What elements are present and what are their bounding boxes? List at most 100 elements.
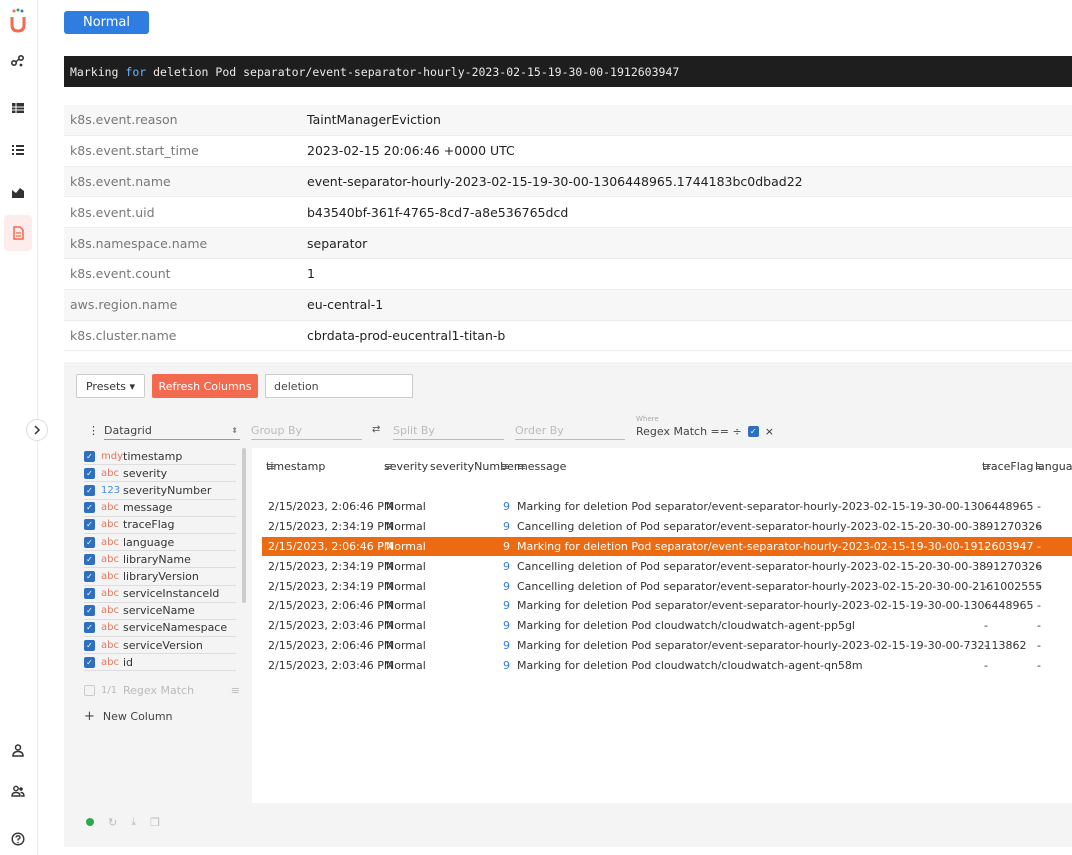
- swap-icon[interactable]: ⇄: [372, 424, 380, 435]
- column-menu-icon[interactable]: ≡: [384, 460, 393, 473]
- column-item[interactable]: ✓ mdy timestamp: [84, 448, 236, 466]
- more-options-icon[interactable]: ⋮: [88, 424, 99, 437]
- column-checkbox[interactable]: ✓: [84, 570, 95, 582]
- column-type: abc: [101, 588, 119, 600]
- view-select[interactable]: Datagrid ⬍: [104, 422, 240, 440]
- regex-column-checkbox[interactable]: [84, 685, 95, 696]
- attribute-key: k8s.namespace.name: [70, 235, 208, 251]
- cell-language: -: [1037, 658, 1041, 672]
- cell-trace-flag: -: [984, 658, 988, 672]
- column-checkbox[interactable]: ✓: [84, 519, 95, 531]
- column-menu-icon[interactable]: ≡: [500, 460, 509, 473]
- column-checkbox[interactable]: ✓: [84, 467, 95, 479]
- where-filter[interactable]: Regex Match == ÷ ✓ ×: [636, 422, 816, 440]
- column-name: severity: [123, 466, 168, 480]
- column-item[interactable]: ✓ abc traceFlag: [84, 517, 236, 534]
- cell-trace-flag: -: [984, 579, 988, 593]
- cell-message: Marking for deletion Pod separator/event…: [517, 599, 1034, 613]
- document-icon[interactable]: [4, 215, 32, 251]
- table-row[interactable]: 2/15/2023, 2:06:46 PM Normal 9 Marking for …: [262, 536, 1072, 557]
- where-enabled-checkbox[interactable]: ✓: [747, 425, 759, 437]
- share-icon[interactable]: [7, 50, 29, 72]
- table-row[interactable]: 2/15/2023, 2:34:19 PM Normal 9 Cancelling d…: [262, 517, 1072, 537]
- column-item[interactable]: ✓ abc id: [84, 654, 236, 672]
- column-checkbox[interactable]: ✓: [84, 536, 95, 548]
- regex-column-type: 1/1: [101, 685, 118, 696]
- table-row[interactable]: 2/15/2023, 2:03:46 PM Normal 9 Marking for …: [262, 616, 1072, 636]
- column-checkbox[interactable]: ✓: [84, 588, 95, 600]
- column-item[interactable]: ✓ 123 severityNumber: [84, 482, 236, 500]
- table-row[interactable]: 2/15/2023, 2:06:46 PM Normal 9 Marking for …: [262, 497, 1072, 517]
- column-type: 123: [101, 484, 121, 496]
- split-by-input[interactable]: Split By: [393, 422, 504, 440]
- column-item[interactable]: ✓ abc serviceVersion: [84, 637, 236, 655]
- column-item[interactable]: ✓ abc serviceName: [84, 603, 236, 620]
- column-checkbox[interactable]: ✓: [84, 622, 95, 634]
- column-item[interactable]: ✓ abc message: [84, 500, 236, 517]
- column-type: abc: [101, 622, 119, 634]
- column-checkbox[interactable]: ✓: [84, 639, 95, 651]
- group-by-input[interactable]: Group By: [251, 422, 362, 440]
- order-by-input[interactable]: Order By: [515, 422, 625, 440]
- severity-level-button[interactable]: Normal: [64, 11, 149, 34]
- refresh-icon[interactable]: ↻: [108, 816, 117, 829]
- column-name: id: [123, 655, 134, 669]
- download-icon[interactable]: ⤓: [131, 815, 136, 829]
- column-name: serviceNamespace: [123, 621, 228, 635]
- cell-language: -: [1037, 599, 1041, 613]
- column-item[interactable]: ✓ abc serviceNamespace: [84, 620, 236, 638]
- chevron-right-icon: [34, 425, 41, 435]
- column-checkbox[interactable]: ✓: [84, 450, 95, 462]
- table-row[interactable]: 2/15/2023, 2:06:46 PM Normal 9 Marking for …: [262, 636, 1072, 656]
- column-type: abc: [101, 570, 119, 582]
- sidebar-expand-button[interactable]: [26, 419, 48, 441]
- search-input[interactable]: deletion: [265, 374, 413, 398]
- column-item[interactable]: ✓ abc serviceInstanceId: [84, 586, 236, 603]
- cell-trace-flag: -: [984, 539, 988, 553]
- cell-language: -: [1037, 579, 1041, 593]
- cell-timestamp: 2/15/2023, 2:06:46 PM: [268, 599, 394, 613]
- user-icon[interactable]: [7, 739, 29, 761]
- table-row[interactable]: 2/15/2023, 2:03:46 PM Normal 9 Marking for …: [262, 655, 1072, 675]
- cell-severity-number: 9: [503, 559, 510, 573]
- data-grid: timestamp severity severityNumber messag…: [252, 448, 1072, 803]
- attribute-row: k8s.event.count 1: [64, 259, 1072, 290]
- app-logo-icon[interactable]: [9, 8, 27, 34]
- column-item[interactable]: ✓ abc language: [84, 534, 236, 552]
- copy-icon[interactable]: ❐: [150, 816, 160, 829]
- column-menu-icon[interactable]: ≡: [266, 460, 275, 473]
- cell-timestamp: 2/15/2023, 2:34:19 PM: [268, 579, 394, 593]
- group-by-placeholder: Group By: [251, 424, 303, 437]
- new-column-button[interactable]: + New Column: [84, 709, 173, 724]
- column-item[interactable]: ✓ abc libraryName: [84, 551, 236, 569]
- table-icon[interactable]: [7, 97, 29, 119]
- column-checkbox[interactable]: ✓: [84, 502, 95, 514]
- regex-column-name: Regex Match: [123, 684, 195, 697]
- remove-filter-icon[interactable]: ×: [765, 425, 774, 438]
- drag-handle-icon[interactable]: ≡: [231, 684, 240, 697]
- message-prefix: Marking: [70, 64, 126, 79]
- dashboard-icon[interactable]: [7, 181, 29, 203]
- presets-dropdown[interactable]: Presets ▾: [76, 374, 145, 398]
- table-row[interactable]: 2/15/2023, 2:34:19 PM Normal 9 Cancelling d…: [262, 576, 1072, 596]
- list-icon[interactable]: [7, 139, 29, 161]
- column-checkbox[interactable]: ✓: [84, 605, 95, 617]
- team-icon[interactable]: [7, 780, 29, 802]
- column-menu-icon[interactable]: ≡: [1035, 460, 1044, 473]
- table-row[interactable]: 2/15/2023, 2:34:19 PM Normal 9 Cancelling d…: [262, 556, 1072, 576]
- column-item[interactable]: ✓ abc libraryVersion: [84, 568, 236, 586]
- column-list-scrollbar[interactable]: [242, 448, 246, 603]
- column-checkbox[interactable]: ✓: [84, 484, 95, 496]
- help-icon[interactable]: [7, 828, 29, 850]
- refresh-columns-button[interactable]: Refresh Columns: [152, 374, 258, 398]
- table-row[interactable]: 2/15/2023, 2:06:46 PM Normal 9 Marking for …: [262, 596, 1072, 616]
- regex-column-item[interactable]: 1/1 Regex Match ≡: [84, 684, 240, 697]
- cell-severity-number: 9: [503, 579, 510, 593]
- cell-message: Cancelling deletion of Pod separator/eve…: [517, 559, 1043, 573]
- column-name: language: [123, 535, 175, 549]
- column-menu-icon[interactable]: ≡: [982, 460, 991, 473]
- column-checkbox[interactable]: ✓: [84, 553, 95, 565]
- column-checkbox[interactable]: ✓: [84, 656, 95, 668]
- column-menu-icon[interactable]: ≡: [517, 460, 526, 473]
- column-item[interactable]: ✓ abc severity: [84, 465, 236, 483]
